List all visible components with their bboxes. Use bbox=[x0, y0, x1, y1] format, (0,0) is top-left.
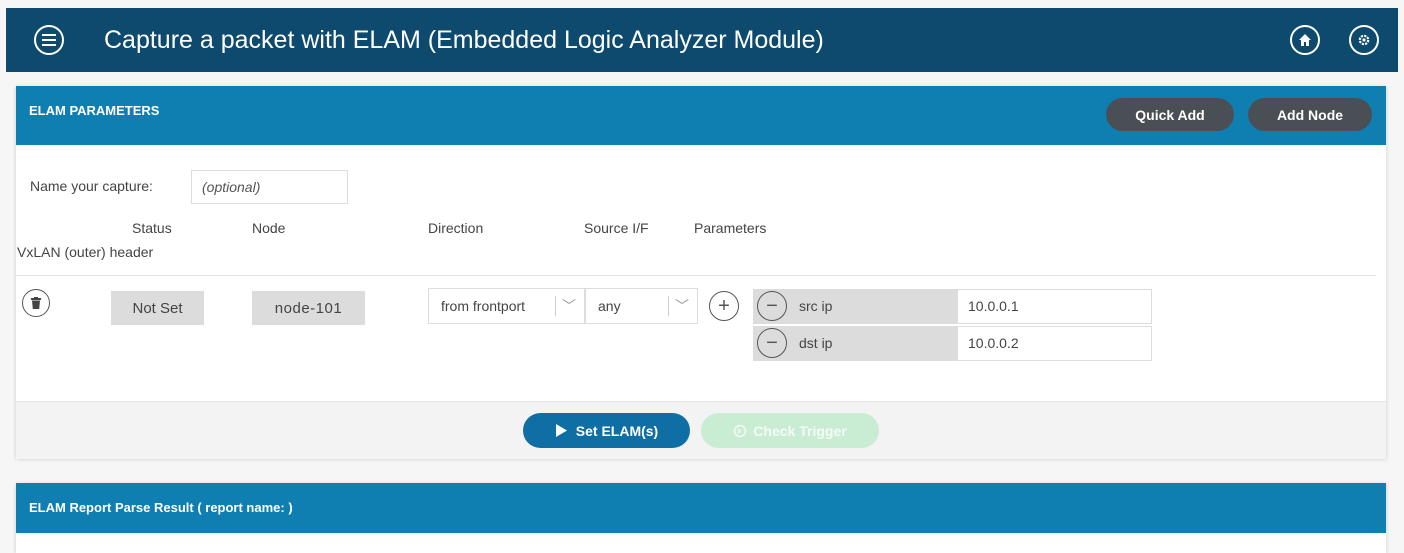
add-parameter-button[interactable]: + bbox=[709, 291, 739, 321]
chevron-down-icon: ﹀ bbox=[562, 298, 576, 314]
parameter-name: − src ip bbox=[753, 289, 957, 324]
capture-name-label: Name your capture: bbox=[30, 178, 153, 194]
parameter-name: − dst ip bbox=[753, 326, 957, 361]
delete-row-button[interactable] bbox=[22, 289, 50, 317]
top-bar: Capture a packet with ELAM (Embedded Log… bbox=[6, 8, 1398, 72]
source-if-column-header: Source I/F bbox=[584, 220, 649, 236]
parameter-name-label: src ip bbox=[799, 298, 833, 314]
direction-select-value: from frontport bbox=[441, 298, 526, 314]
parameter-name-label: dst ip bbox=[799, 335, 833, 351]
parameter-value-input[interactable]: 10.0.0.2 bbox=[957, 326, 1152, 361]
remove-parameter-button[interactable]: − bbox=[757, 291, 787, 321]
check-trigger-label: Check Trigger bbox=[753, 422, 847, 439]
play-icon bbox=[555, 424, 567, 437]
minus-icon: − bbox=[766, 332, 778, 354]
refresh-icon bbox=[734, 424, 747, 437]
select-separator bbox=[668, 296, 669, 316]
report-panel-title: ELAM Report Parse Result ( report name: … bbox=[29, 500, 293, 515]
report-panel: ELAM Report Parse Result ( report name: … bbox=[16, 483, 1386, 553]
chevron-down-icon: ﹀ bbox=[675, 298, 689, 314]
parameter-value-input[interactable]: 10.0.0.1 bbox=[957, 289, 1152, 324]
panel-title: ELAM PARAMETERS bbox=[29, 103, 160, 118]
elam-parameters-panel: ELAM PARAMETERS Quick Add Add Node Name … bbox=[16, 86, 1386, 459]
plus-icon: + bbox=[718, 295, 730, 317]
app-title: Capture a packet with ELAM (Embedded Log… bbox=[104, 26, 824, 54]
source-if-select-value: any bbox=[598, 298, 621, 314]
parameters-column-header: Parameters bbox=[694, 220, 767, 236]
status-column-header: Status bbox=[132, 220, 172, 236]
vxlan-outer-header-label: VxLAN (outer) header bbox=[17, 244, 154, 260]
panel-footer: Set ELAM(s) Check Trigger bbox=[16, 401, 1386, 459]
report-panel-header: ELAM Report Parse Result ( report name: … bbox=[16, 483, 1386, 533]
quick-add-button[interactable]: Quick Add bbox=[1106, 98, 1234, 131]
node-badge: node-101 bbox=[252, 291, 365, 325]
set-elam-button[interactable]: Set ELAM(s) bbox=[523, 413, 690, 448]
settings-button[interactable] bbox=[1349, 25, 1379, 55]
check-trigger-button[interactable]: Check Trigger bbox=[701, 413, 879, 448]
select-separator bbox=[555, 296, 556, 316]
elam-parameters-header: ELAM PARAMETERS Quick Add Add Node bbox=[16, 86, 1386, 145]
direction-column-header: Direction bbox=[428, 220, 484, 236]
remove-parameter-button[interactable]: − bbox=[757, 328, 787, 358]
gear-icon bbox=[1358, 34, 1370, 46]
trash-icon bbox=[31, 297, 41, 309]
menu-button[interactable] bbox=[34, 25, 64, 55]
home-icon bbox=[1299, 34, 1311, 46]
status-badge: Not Set bbox=[111, 291, 204, 325]
add-node-button[interactable]: Add Node bbox=[1248, 98, 1372, 131]
capture-name-input[interactable]: (optional) bbox=[191, 170, 348, 204]
hamburger-menu-icon bbox=[42, 34, 56, 46]
source-if-select[interactable]: any ﹀ bbox=[585, 288, 698, 324]
home-button[interactable] bbox=[1290, 25, 1320, 55]
minus-icon: − bbox=[766, 295, 778, 317]
row-divider bbox=[16, 275, 1376, 276]
set-elam-label: Set ELAM(s) bbox=[575, 422, 659, 439]
direction-select[interactable]: from frontport ﹀ bbox=[428, 288, 585, 324]
node-column-header: Node bbox=[252, 220, 286, 236]
